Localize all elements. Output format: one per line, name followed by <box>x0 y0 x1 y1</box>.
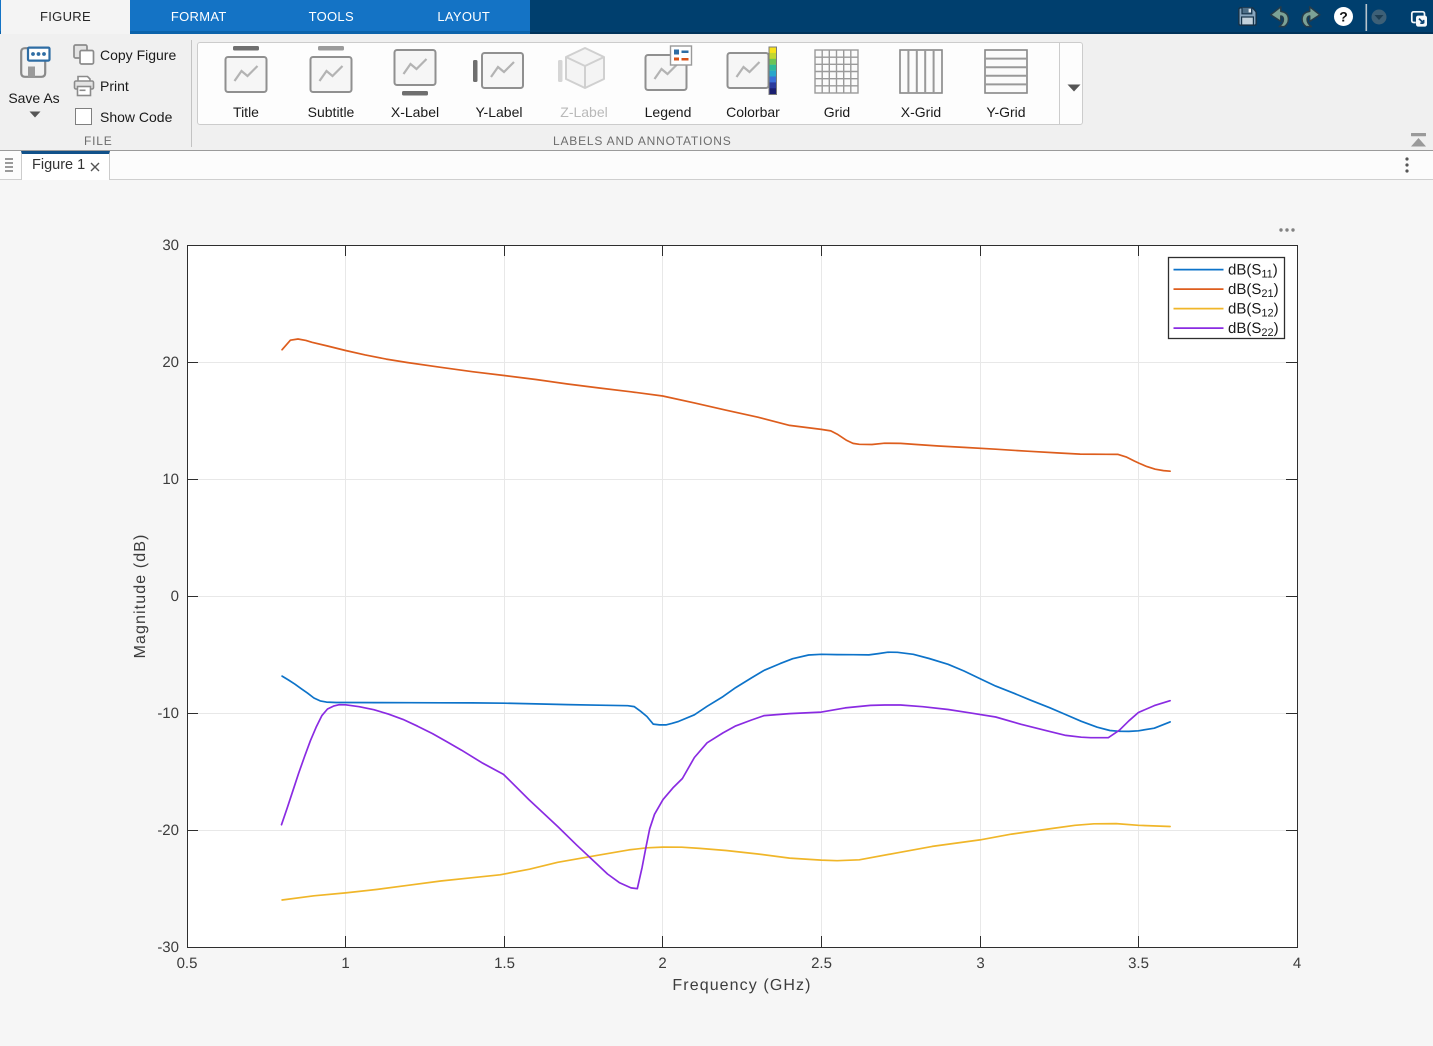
svg-text:1: 1 <box>341 955 349 972</box>
svg-text:-10: -10 <box>157 705 179 722</box>
svg-text:2.5: 2.5 <box>811 955 832 972</box>
svg-text:-20: -20 <box>157 822 179 839</box>
svg-text:Magnitude (dB): Magnitude (dB) <box>132 534 149 659</box>
svg-text:4: 4 <box>1293 955 1301 972</box>
svg-text:Frequency (GHz): Frequency (GHz) <box>672 977 811 994</box>
svg-text:3: 3 <box>976 955 984 972</box>
svg-text:1.5: 1.5 <box>494 955 515 972</box>
svg-text:20: 20 <box>162 354 179 371</box>
svg-text:0.5: 0.5 <box>177 955 198 972</box>
svg-text:10: 10 <box>162 471 179 488</box>
svg-text:30: 30 <box>162 237 179 254</box>
svg-text:0: 0 <box>171 588 179 605</box>
svg-text:-30: -30 <box>157 939 179 956</box>
svg-text:?: ? <box>1339 9 1348 25</box>
svg-text:2: 2 <box>658 955 666 972</box>
svg-text:3.5: 3.5 <box>1128 955 1149 972</box>
